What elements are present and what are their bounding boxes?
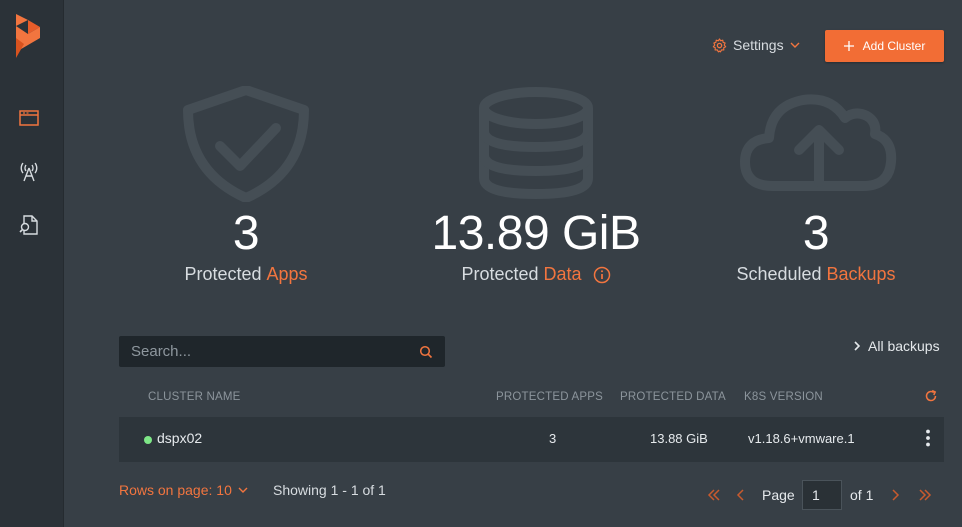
column-header-cluster-name[interactable]: CLUSTER NAME [148,391,241,403]
chevron-right-icon [854,341,860,351]
previous-page-icon[interactable] [736,489,744,501]
next-page-icon[interactable] [892,489,900,501]
protected-apps-label-accent: Apps [266,264,308,284]
plus-icon [843,41,854,51]
stat-protected-data: 13.89 GiB Protected Data [416,86,656,296]
page-label: Page [762,487,795,503]
protected-data-cell: 13.88 GiB [650,431,708,446]
chevron-down-icon [238,487,248,493]
page-number-input[interactable] [802,480,842,510]
database-icon [479,87,593,200]
table-header: CLUSTER NAME PROTECTED APPS PROTECTED DA… [119,384,944,412]
more-options-icon[interactable] [926,429,930,447]
all-backups-link[interactable]: All backups [854,338,940,354]
stat-scheduled-backups: 3 Scheduled Backups [716,86,916,296]
sidebar-item-clusters[interactable] [16,105,42,131]
rows-per-page-label: Rows on page: 10 [119,482,232,498]
cluster-name-cell[interactable]: dspx02 [157,430,202,446]
sidebar-item-reports[interactable] [16,212,42,238]
settings-label: Settings [733,37,784,53]
antenna-icon [20,162,38,182]
stat-protected-apps: 3 Protected Apps [156,86,336,296]
column-header-k8s-version[interactable]: K8S VERSION [744,391,823,403]
column-header-protected-data[interactable]: PROTECTED DATA [620,391,726,403]
scheduled-backups-label-prefix: Scheduled [736,264,822,284]
protected-data-value: 13.89 GiB [431,207,641,260]
column-header-protected-apps[interactable]: PROTECTED APPS [496,391,603,403]
protected-apps-label-prefix: Protected [184,264,262,284]
chevron-down-icon [790,42,800,48]
status-indicator [144,436,152,444]
pagination: Page of 1 [704,480,944,510]
showing-count: Showing 1 - 1 of 1 [273,482,386,498]
browser-window-icon [19,110,39,126]
search-box [119,336,445,367]
protected-data-label: Protected Data [416,264,656,285]
page-total-label: of 1 [850,487,874,503]
protected-apps-value: 3 [232,207,260,260]
protected-apps-label: Protected Apps [156,264,336,285]
sidebar [0,0,64,527]
protected-data-label-prefix: Protected [461,264,539,284]
last-page-icon[interactable] [918,489,932,501]
main-content: Settings Add Cluster 3 Protected Apps 13… [64,0,962,527]
info-icon[interactable] [593,266,611,284]
shield-check-icon [183,86,309,202]
add-cluster-label: Add Cluster [862,39,926,53]
scheduled-backups-label: Scheduled Backups [716,264,916,285]
settings-button[interactable]: Settings [712,33,800,57]
portworx-logo [16,14,40,58]
document-search-icon [19,215,38,235]
table-row[interactable]: dspx02 3 13.88 GiB v1.18.6+vmware.1 [119,417,944,462]
protected-apps-cell: 3 [549,431,557,446]
scheduled-backups-label-accent: Backups [826,264,896,284]
all-backups-label: All backups [868,338,940,354]
cloud-upload-icon [740,94,897,191]
rows-per-page-select[interactable]: Rows on page: 10 [119,482,248,498]
scheduled-backups-value: 3 [802,207,830,260]
sidebar-item-broadcast[interactable] [16,158,42,184]
gear-icon [712,37,727,52]
add-cluster-button[interactable]: Add Cluster [825,30,944,62]
first-page-icon[interactable] [707,489,721,501]
search-icon[interactable] [419,345,433,359]
k8s-version-cell: v1.18.6+vmware.1 [748,431,855,446]
refresh-icon[interactable] [924,389,938,403]
protected-data-label-accent: Data [543,264,582,284]
search-input[interactable] [131,343,419,360]
